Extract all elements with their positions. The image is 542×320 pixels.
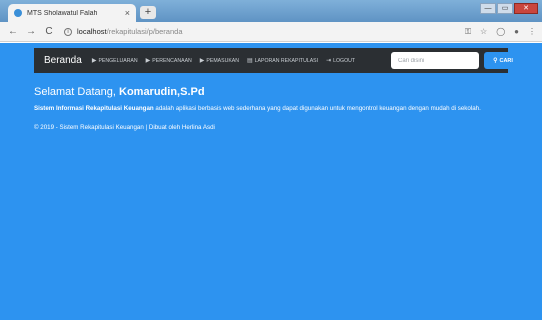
- arrow-icon: ▶: [145, 58, 151, 64]
- url-field[interactable]: i localhost/rekapitulasi/p/beranda: [64, 27, 465, 36]
- profile-icon[interactable]: ●: [514, 27, 519, 37]
- new-tab-button[interactable]: +: [140, 6, 156, 19]
- nav-item-laporan-rekapitulasi[interactable]: ▤ LAPORAN REKAPITULASI: [246, 57, 319, 65]
- logout-icon: ⇥: [326, 58, 332, 64]
- favicon-icon: [14, 9, 22, 17]
- browser-titlebar: MTS Sholawatul Falah × + — ▭ ✕: [0, 0, 542, 22]
- url-host: localhost: [77, 27, 107, 36]
- app-navbar: Beranda ▶ PENGELUARAN ▶ PERENCANAAN ▶ PE…: [34, 48, 522, 73]
- tab-close-icon[interactable]: ×: [125, 8, 130, 18]
- close-window-button[interactable]: ✕: [514, 3, 538, 14]
- nav-item-pengeluaran[interactable]: ▶ PENGELUARAN: [91, 57, 138, 65]
- arrow-icon: ▶: [199, 58, 205, 64]
- nav-item-logout[interactable]: ⇥ LOGOUT: [326, 57, 356, 65]
- description-bold: Sistem Informasi Rekapitulasi Keuangan: [34, 105, 154, 112]
- key-icon[interactable]: ⚿: [465, 27, 471, 37]
- tab-title: MTS Sholawatul Falah: [27, 9, 98, 17]
- page-body: Beranda ▶ PENGELUARAN ▶ PERENCANAAN ▶ PE…: [0, 43, 542, 320]
- maximize-button[interactable]: ▭: [497, 3, 513, 14]
- welcome-prefix: Selamat Datang,: [34, 86, 116, 98]
- nav-item-pemasukan[interactable]: ▶ PEMASUKAN: [199, 57, 239, 65]
- toolbar-icons: ⚿ ☆ ◯ ● ⋮: [465, 27, 536, 37]
- user-name: Komarudin,S.Pd: [119, 86, 205, 98]
- menu-icon[interactable]: ⋮: [528, 27, 536, 37]
- main-content: Selamat Datang, Komarudin,S.Pd Sistem In…: [34, 86, 514, 131]
- star-icon[interactable]: ☆: [480, 27, 487, 37]
- report-icon: ▤: [246, 58, 253, 64]
- browser-tab[interactable]: MTS Sholawatul Falah ×: [8, 4, 136, 22]
- nav-item-perencanaan[interactable]: ▶ PERENCANAAN: [145, 57, 192, 65]
- nav-item-label: PERENCANAAN: [152, 57, 192, 64]
- info-icon[interactable]: i: [64, 27, 72, 36]
- nav-item-label: LAPORAN REKAPITULASI: [254, 57, 319, 64]
- footer-text: © 2019 - Sistem Rekapitulasi Keuangan | …: [34, 124, 215, 131]
- forward-icon[interactable]: →: [24, 26, 38, 37]
- navbar-brand[interactable]: Beranda: [44, 55, 82, 66]
- window-controls: — ▭ ✕: [480, 3, 538, 14]
- arrow-icon: ▶: [91, 58, 97, 64]
- back-icon[interactable]: ←: [6, 26, 20, 37]
- search-input[interactable]: [391, 52, 479, 69]
- nav-item-label: PEMASUKAN: [206, 57, 239, 64]
- minimize-button[interactable]: —: [480, 3, 496, 14]
- search-icon: ⚲: [493, 58, 498, 64]
- nav-item-label: LOGOUT: [333, 57, 356, 64]
- reload-icon[interactable]: C: [42, 26, 56, 37]
- url-path: /rekapitulasi/p/beranda: [106, 27, 183, 36]
- nav-item-label: PENGELUARAN: [98, 57, 138, 64]
- description-text: Sistem Informasi Rekapitulasi Keuangan a…: [34, 104, 514, 114]
- search-button[interactable]: ⚲ CARI: [484, 52, 522, 69]
- search-button-label: CARI: [499, 57, 513, 64]
- address-bar: ← → C i localhost/rekapitulasi/p/beranda…: [0, 22, 542, 42]
- extension-icon[interactable]: ◯: [496, 27, 505, 37]
- welcome-heading: Selamat Datang, Komarudin,S.Pd: [34, 86, 514, 98]
- description-rest: adalah aplikasi berbasis web sederhana y…: [153, 105, 481, 112]
